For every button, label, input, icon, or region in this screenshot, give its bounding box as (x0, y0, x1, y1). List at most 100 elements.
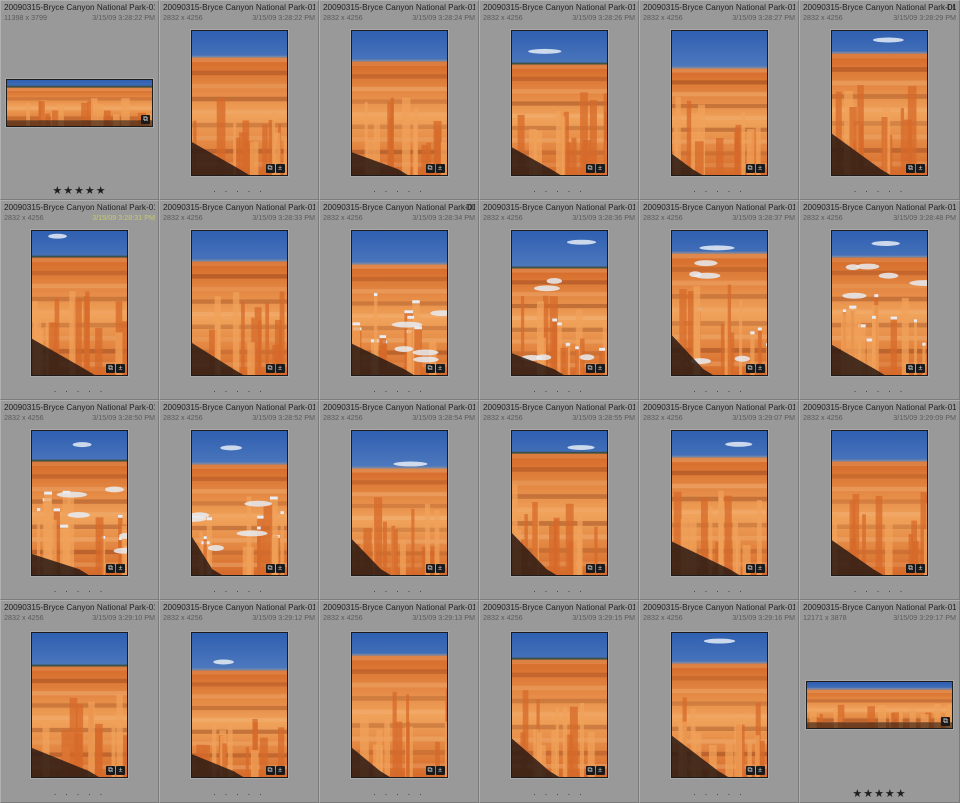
grid-cell-18[interactable]: 20090315-Bryce Canyon National Park-0118… (799, 400, 960, 600)
crop-icon[interactable]: ⧉ (425, 564, 435, 573)
grid-cell-10[interactable]: 20090315-Bryce Canyon National Park-0110… (479, 200, 639, 400)
thumbnail[interactable]: ⧉ ± (510, 631, 608, 778)
grid-cell-03[interactable]: 20090315-Bryce Canyon National Park-0103… (319, 0, 479, 200)
crop-icon[interactable]: ⧉ (106, 564, 115, 573)
develop-adjust-icon[interactable]: ± (435, 364, 445, 373)
star-rating[interactable]: · · · · · (480, 385, 638, 397)
thumbnail[interactable]: ⧉ ± (190, 430, 288, 576)
thumbnail[interactable]: ⧉ ± (350, 631, 448, 778)
star-rating[interactable]: · · · · · (800, 585, 959, 597)
grid-cell-17[interactable]: 20090315-Bryce Canyon National Park-0117… (639, 400, 799, 600)
develop-adjust-icon[interactable]: ± (755, 564, 765, 573)
thumbnail[interactable]: ⧉ ± (350, 430, 448, 576)
thumbnail[interactable]: ⧉ ± (350, 230, 448, 376)
crop-icon[interactable]: ⧉ (745, 564, 755, 573)
crop-icon[interactable]: ⧉ (265, 364, 275, 373)
star-rating[interactable]: · · · · · (480, 585, 638, 597)
develop-adjust-icon[interactable]: ± (916, 364, 925, 373)
crop-icon[interactable]: ⧉ (425, 164, 435, 173)
crop-icon[interactable]: ⧉ (906, 164, 915, 173)
thumbnail[interactable]: ⧉ ± (670, 430, 768, 576)
grid-cell-01[interactable]: 20090315-Bryce Canyon National Park-0101… (0, 0, 159, 200)
grid-cell-24[interactable]: 20090315-Bryce Canyon National Park-0124… (799, 600, 960, 803)
star-rating[interactable]: · · · · · (160, 585, 318, 597)
crop-icon[interactable]: ⧉ (425, 364, 435, 373)
thumbnail[interactable]: ⧉ ± (670, 631, 768, 778)
develop-adjust-icon[interactable]: ± (916, 564, 925, 573)
grid-cell-04[interactable]: 20090315-Bryce Canyon National Park-0104… (479, 0, 639, 200)
star-rating[interactable]: · · · · · (160, 185, 318, 197)
develop-adjust-icon[interactable]: ± (916, 164, 925, 173)
develop-adjust-icon[interactable]: ± (116, 364, 125, 373)
develop-adjust-icon[interactable]: ± (116, 564, 125, 573)
star-rating[interactable]: · · · · · (800, 185, 959, 197)
thumbnail[interactable]: ⧉ ± (190, 631, 288, 778)
thumbnail[interactable]: ⧉ ± (31, 230, 128, 376)
thumbnail[interactable]: ⧉ ± (670, 30, 768, 176)
thumbnail[interactable]: ⧉ ± (510, 30, 608, 176)
crop-icon[interactable]: ⧉ (425, 765, 435, 775)
develop-adjust-icon[interactable]: ± (275, 364, 285, 373)
crop-icon[interactable]: ⧉ (941, 716, 950, 726)
thumbnail[interactable]: ⧉ ± (831, 430, 928, 576)
thumbnail[interactable]: ⧉ ± (831, 230, 928, 376)
star-rating[interactable]: · · · · · (480, 788, 638, 800)
grid-cell-21[interactable]: 20090315-Bryce Canyon National Park-0121… (319, 600, 479, 803)
crop-icon[interactable]: ⧉ (106, 765, 115, 775)
develop-adjust-icon[interactable]: ± (755, 765, 765, 775)
star-rating[interactable]: · · · · · (320, 385, 478, 397)
develop-adjust-icon[interactable]: ± (435, 164, 445, 173)
star-rating[interactable]: · · · · · (1, 385, 158, 397)
crop-icon[interactable]: ⧉ (906, 564, 915, 573)
grid-cell-20[interactable]: 20090315-Bryce Canyon National Park-0120… (159, 600, 319, 803)
star-rating[interactable]: · · · · · (800, 385, 959, 397)
star-rating[interactable]: · · · · · (640, 385, 798, 397)
star-rating[interactable]: · · · · · (640, 585, 798, 597)
develop-adjust-icon[interactable]: ± (595, 364, 605, 373)
grid-cell-11[interactable]: 20090315-Bryce Canyon National Park-0111… (639, 200, 799, 400)
develop-adjust-icon[interactable]: ± (755, 164, 765, 173)
crop-icon[interactable]: ⧉ (265, 765, 275, 775)
star-rating[interactable]: · · · · · (1, 585, 158, 597)
crop-icon[interactable]: ⧉ (265, 164, 275, 173)
develop-adjust-icon[interactable]: ± (275, 765, 285, 775)
develop-adjust-icon[interactable]: ± (435, 765, 445, 775)
star-rating[interactable]: · · · · · (320, 788, 478, 800)
develop-adjust-icon[interactable]: ± (595, 564, 605, 573)
grid-cell-15[interactable]: 20090315-Bryce Canyon National Park-0115… (319, 400, 479, 600)
grid-cell-14[interactable]: 20090315-Bryce Canyon National Park-0114… (159, 400, 319, 600)
grid-cell-12[interactable]: 20090315-Bryce Canyon National Park-0112… (799, 200, 960, 400)
develop-adjust-icon[interactable]: ± (595, 765, 605, 775)
thumbnail[interactable]: ⧉ ± (31, 430, 128, 576)
grid-cell-05[interactable]: 20090315-Bryce Canyon National Park-0105… (639, 0, 799, 200)
thumbnail[interactable]: ⧉ ± (510, 430, 608, 576)
grid-cell-19[interactable]: 20090315-Bryce Canyon National Park-0119… (0, 600, 159, 803)
develop-adjust-icon[interactable]: ± (435, 564, 445, 573)
thumbnail[interactable]: ⧉ (806, 680, 953, 729)
crop-icon[interactable]: ⧉ (745, 164, 755, 173)
star-rating[interactable]: · · · · · (640, 185, 798, 197)
grid-cell-23[interactable]: 20090315-Bryce Canyon National Park-0123… (639, 600, 799, 803)
crop-icon[interactable]: ⧉ (106, 364, 115, 373)
star-rating[interactable]: ★★★★★ (1, 185, 158, 197)
star-rating[interactable]: · · · · · (320, 185, 478, 197)
crop-icon[interactable]: ⧉ (585, 564, 595, 573)
grid-cell-09[interactable]: 20090315-Bryce Canyon National Park-0109… (319, 200, 479, 400)
thumbnail[interactable]: ⧉ ± (190, 230, 288, 376)
star-rating[interactable]: · · · · · (1, 788, 158, 800)
thumbnail[interactable]: ⧉ (6, 79, 153, 127)
develop-adjust-icon[interactable]: ± (116, 765, 125, 775)
star-rating[interactable]: · · · · · (160, 385, 318, 397)
crop-icon[interactable]: ⧉ (585, 164, 595, 173)
thumbnail[interactable]: ⧉ ± (190, 30, 288, 176)
grid-cell-16[interactable]: 20090315-Bryce Canyon National Park-0116… (479, 400, 639, 600)
crop-icon[interactable]: ⧉ (585, 364, 595, 373)
thumbnail[interactable]: ⧉ ± (31, 631, 128, 778)
grid-cell-22[interactable]: 20090315-Bryce Canyon National Park-0122… (479, 600, 639, 803)
develop-adjust-icon[interactable]: ± (275, 564, 285, 573)
star-rating[interactable]: ★★★★★ (800, 788, 959, 800)
grid-cell-06[interactable]: 20090315-Bryce Canyon National Park-0106… (799, 0, 960, 200)
grid-cell-02[interactable]: 20090315-Bryce Canyon National Park-0102… (159, 0, 319, 200)
crop-icon[interactable]: ⧉ (745, 364, 755, 373)
thumbnail[interactable]: ⧉ ± (350, 30, 448, 176)
